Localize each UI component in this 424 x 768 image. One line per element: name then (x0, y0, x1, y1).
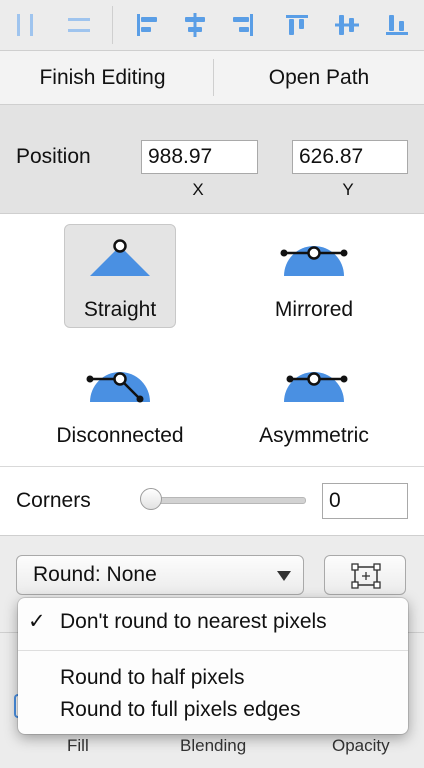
align-middle-vertical-icon[interactable] (330, 8, 364, 42)
round-menu: ✓ Don't round to nearest pixels Round to… (18, 598, 408, 734)
point-type-disconnected[interactable]: Disconnected (40, 350, 200, 454)
straight-label: Straight (83, 298, 157, 321)
corners-section: Corners 0 (0, 467, 424, 536)
menu-item-label: Don't round to nearest pixels (60, 610, 327, 633)
distribute-horizontal-icon[interactable] (8, 8, 42, 42)
slider-knob[interactable] (140, 488, 162, 510)
path-edit-row: Finish Editing Open Path (0, 51, 424, 105)
slider-track (142, 497, 306, 504)
menu-item-dont-round[interactable]: ✓ Don't round to nearest pixels (18, 606, 408, 638)
round-popup-button[interactable]: Round: None (16, 555, 304, 595)
point-type-mirrored[interactable]: Mirrored (248, 224, 380, 328)
menu-separator (18, 650, 408, 651)
popup-arrow-icon (277, 571, 291, 581)
round-popup-value: Round: None (33, 563, 157, 586)
menu-item-full-pixels[interactable]: Round to full pixels edges (18, 694, 408, 726)
alignment-toolbar (0, 0, 424, 51)
asymmetric-point-icon (284, 372, 348, 402)
align-top-icon[interactable] (280, 8, 314, 42)
corners-value-field[interactable]: 0 (322, 483, 408, 519)
pixel-grid-icon (351, 563, 381, 589)
align-left-icon[interactable] (130, 8, 164, 42)
point-type-straight[interactable]: Straight (64, 224, 176, 328)
align-bottom-icon[interactable] (380, 8, 414, 42)
checkmark-icon: ✓ (28, 610, 46, 633)
straight-point-icon (90, 239, 150, 276)
position-y-axis-label: Y (342, 180, 354, 199)
distribute-vertical-icon[interactable] (62, 8, 96, 42)
point-type-section: Straight Mirrored Disconnected Asymmetri… (0, 214, 424, 467)
menu-item-half-pixels[interactable]: Round to half pixels (18, 662, 408, 694)
fill-label: Fill (67, 736, 89, 755)
open-path-button[interactable]: Open Path (214, 51, 424, 104)
position-x-axis-label: X (192, 180, 204, 199)
position-x-field[interactable]: 988.97 (141, 140, 258, 174)
align-right-icon[interactable] (226, 8, 260, 42)
menu-item-label: Round to full pixels edges (60, 698, 301, 721)
blending-label: Blending (180, 736, 247, 755)
opacity-label: Opacity (332, 736, 390, 755)
corners-slider[interactable] (140, 488, 306, 511)
align-center-horizontal-icon[interactable] (178, 8, 212, 42)
disconnected-label: Disconnected (56, 424, 184, 447)
mirrored-point-icon (280, 246, 348, 276)
disconnected-point-icon (86, 372, 150, 403)
toolbar-divider (112, 6, 113, 44)
corners-label: Corners (16, 489, 91, 512)
position-section: Position 988.97 X 626.87 Y (0, 105, 424, 214)
mirrored-label: Mirrored (274, 298, 354, 321)
asymmetric-label: Asymmetric (259, 424, 369, 447)
point-type-asymmetric[interactable]: Asymmetric (240, 350, 388, 454)
pixel-grid-button[interactable] (324, 555, 406, 595)
position-label: Position (16, 145, 91, 168)
position-y-field[interactable]: 626.87 (292, 140, 408, 174)
menu-item-label: Round to half pixels (60, 666, 245, 689)
finish-editing-button[interactable]: Finish Editing (0, 51, 205, 104)
